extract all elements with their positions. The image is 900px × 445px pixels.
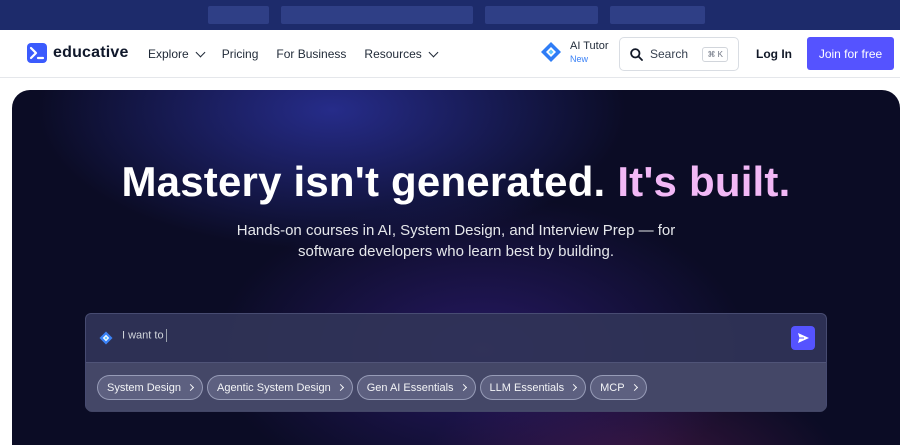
chevron-right-icon bbox=[630, 383, 638, 392]
hero-subtitle-line: software developers who learn best by bu… bbox=[297, 243, 615, 260]
suggestion-chips: System Design Agentic System Design Gen … bbox=[97, 375, 647, 400]
login-link[interactable]: Log In bbox=[756, 47, 792, 61]
hero-subtitle-line: Hands-on courses in AI, System Design, a… bbox=[236, 222, 676, 239]
send-button[interactable] bbox=[791, 326, 815, 350]
promo-block bbox=[281, 6, 473, 24]
nav-explore-label: Explore bbox=[148, 47, 189, 61]
chevron-right-icon bbox=[459, 383, 467, 392]
chip-agentic-system-design[interactable]: Agentic System Design bbox=[206, 375, 353, 400]
hero-title-accent: It's built. bbox=[617, 158, 791, 205]
promo-block bbox=[485, 6, 598, 24]
chevron-right-icon bbox=[336, 383, 344, 392]
ai-diamond-icon bbox=[99, 331, 113, 345]
prompt-placeholder: I want to bbox=[122, 329, 164, 342]
search-box[interactable]: Search ⌘ K bbox=[619, 37, 739, 71]
nav-for-business[interactable]: For Business bbox=[276, 47, 346, 61]
chip-gen-ai-essentials[interactable]: Gen AI Essentials bbox=[356, 375, 476, 400]
logo-text: educative bbox=[53, 44, 129, 61]
text-caret bbox=[165, 329, 167, 342]
search-label: Search bbox=[650, 47, 689, 61]
terminal-logo-icon bbox=[27, 43, 47, 63]
send-icon bbox=[797, 333, 809, 343]
nav-pricing-label: Pricing bbox=[221, 47, 259, 61]
hero-subtitle: Hands-on courses in AI, System Design, a… bbox=[206, 220, 706, 262]
nav-links: Explore Pricing For Business Resources bbox=[148, 30, 439, 78]
chip-llm-essentials[interactable]: LLM Essentials bbox=[479, 375, 587, 400]
promo-block bbox=[208, 6, 269, 24]
new-badge: New bbox=[570, 54, 589, 64]
search-shortcut: ⌘ K bbox=[702, 46, 728, 62]
top-navbar: educative Explore Pricing For Business R… bbox=[0, 30, 900, 78]
chevron-down-icon bbox=[195, 47, 206, 57]
chip-label: Agentic System Design bbox=[216, 381, 331, 394]
hero-title-main: Mastery isn't generated. bbox=[121, 158, 606, 205]
chip-label: System Design bbox=[107, 381, 181, 394]
nav-resources[interactable]: Resources bbox=[364, 47, 439, 61]
chip-label: LLM Essentials bbox=[489, 381, 565, 394]
chevron-down-icon bbox=[428, 47, 439, 57]
ai-prompt-box: I want to System Design Agentic System D… bbox=[85, 313, 827, 412]
ai-tutor-button[interactable]: AI Tutor New bbox=[540, 40, 609, 64]
nav-pricing[interactable]: Pricing bbox=[222, 47, 259, 61]
logo[interactable]: educative bbox=[27, 43, 129, 63]
promo-block bbox=[610, 6, 705, 24]
hero-title: Mastery isn't generated. It's built. bbox=[12, 158, 900, 206]
ai-tutor-label: AI Tutor bbox=[570, 40, 609, 52]
nav-resources-label: Resources bbox=[364, 47, 422, 61]
chip-label: Gen AI Essentials bbox=[366, 381, 454, 394]
promo-strip bbox=[0, 0, 900, 30]
search-icon bbox=[630, 47, 643, 61]
nav-explore[interactable]: Explore bbox=[148, 47, 206, 61]
chip-system-design[interactable]: System Design bbox=[97, 375, 203, 400]
join-button[interactable]: Join for free bbox=[807, 37, 894, 70]
hero-section: Mastery isn't generated. It's built. Han… bbox=[12, 90, 900, 445]
ai-tutor-diamond-icon bbox=[540, 41, 562, 63]
chip-label: MCP bbox=[600, 381, 625, 394]
prompt-input[interactable]: I want to bbox=[122, 329, 722, 342]
chevron-right-icon bbox=[570, 383, 578, 392]
chip-mcp[interactable]: MCP bbox=[590, 375, 647, 400]
chevron-right-icon bbox=[186, 383, 195, 392]
nav-for-business-label: For Business bbox=[276, 47, 347, 61]
